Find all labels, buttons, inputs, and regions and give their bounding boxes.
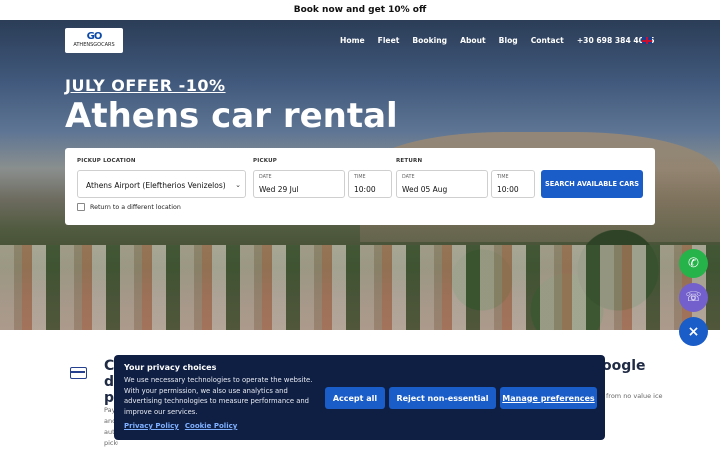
search-available-cars-button[interactable]: SEARCH AVAILABLE CARS bbox=[541, 170, 643, 198]
nav-contact[interactable]: Contact bbox=[531, 36, 564, 45]
return-date-value: Wed 05 Aug bbox=[402, 185, 448, 194]
return-time-caption: TIME bbox=[497, 175, 509, 180]
return-date-caption: DATE bbox=[402, 175, 415, 180]
cookie-body: We use necessary technologies to operate… bbox=[124, 376, 313, 416]
logo-mark: GO bbox=[86, 31, 103, 42]
page-title: Athens car rental bbox=[65, 96, 398, 136]
cookie-links: Privacy Policy Cookie Policy bbox=[124, 422, 237, 430]
nav-blog[interactable]: Blog bbox=[499, 36, 518, 45]
pickup-location-value: Athens Airport (Eleftherios Venizelos) bbox=[86, 181, 226, 190]
cookie-banner: Your privacy choices We use necessary te… bbox=[114, 355, 605, 440]
announcement-text: Book now and get 10% off bbox=[293, 5, 427, 15]
pickup-time-caption: TIME bbox=[354, 175, 366, 180]
pickup-date-value: Wed 29 Jul bbox=[259, 185, 299, 194]
feature-text-right: from no value ice bbox=[606, 392, 663, 400]
pickup-time-value: 10:00 bbox=[354, 185, 376, 194]
offer-heading[interactable]: JULY OFFER -10% bbox=[65, 76, 226, 95]
nav-home[interactable]: Home bbox=[340, 36, 365, 45]
feature-title-right: oogle bbox=[602, 358, 646, 374]
cookie-policy-link[interactable]: Cookie Policy bbox=[185, 422, 237, 430]
nav-booking[interactable]: Booking bbox=[412, 36, 447, 45]
return-time-field[interactable]: TIME 10:00 bbox=[491, 170, 535, 198]
search-form: PICKUP LOCATION PICKUP RETURN Athens Air… bbox=[65, 148, 655, 225]
main-nav: Home Fleet Booking About Blog Contact +3… bbox=[340, 36, 668, 45]
chevron-down-icon: ⌄ bbox=[235, 181, 241, 189]
return-time-value: 10:00 bbox=[497, 185, 519, 194]
return-date-field[interactable]: DATE Wed 05 Aug bbox=[396, 170, 488, 198]
pickup-location-label: PICKUP LOCATION bbox=[77, 158, 136, 164]
announcement-bar[interactable]: Book now and get 10% off bbox=[0, 0, 720, 20]
different-location-checkbox[interactable] bbox=[77, 203, 85, 211]
manage-preferences-button[interactable]: Manage preferences bbox=[500, 387, 597, 409]
different-location-label[interactable]: Return to a different location bbox=[90, 204, 181, 211]
pickup-time-field[interactable]: TIME 10:00 bbox=[348, 170, 392, 198]
site-logo[interactable]: GO ATHENSGOCARS bbox=[65, 28, 123, 53]
accept-all-button[interactable]: Accept all bbox=[325, 387, 385, 409]
city-image bbox=[0, 245, 720, 330]
nav-about[interactable]: About bbox=[460, 36, 486, 45]
pickup-label: PICKUP bbox=[253, 158, 277, 164]
return-label: RETURN bbox=[396, 158, 423, 164]
cookie-title: Your privacy choices bbox=[124, 363, 217, 372]
reject-non-essential-button[interactable]: Reject non-essential bbox=[389, 387, 496, 409]
pickup-location-select[interactable]: Athens Airport (Eleftherios Venizelos) ⌄ bbox=[77, 170, 246, 198]
uk-flag-icon[interactable] bbox=[642, 37, 652, 44]
close-icon[interactable]: × bbox=[679, 317, 708, 346]
pickup-date-caption: DATE bbox=[259, 175, 272, 180]
privacy-policy-link[interactable]: Privacy Policy bbox=[124, 422, 179, 430]
pickup-date-field[interactable]: DATE Wed 29 Jul bbox=[253, 170, 345, 198]
nav-fleet[interactable]: Fleet bbox=[378, 36, 400, 45]
viber-icon[interactable]: ☏ bbox=[679, 283, 708, 312]
logo-text: ATHENSGOCARS bbox=[73, 42, 115, 48]
credit-card-icon bbox=[70, 367, 87, 379]
whatsapp-icon[interactable]: ✆ bbox=[679, 249, 708, 278]
